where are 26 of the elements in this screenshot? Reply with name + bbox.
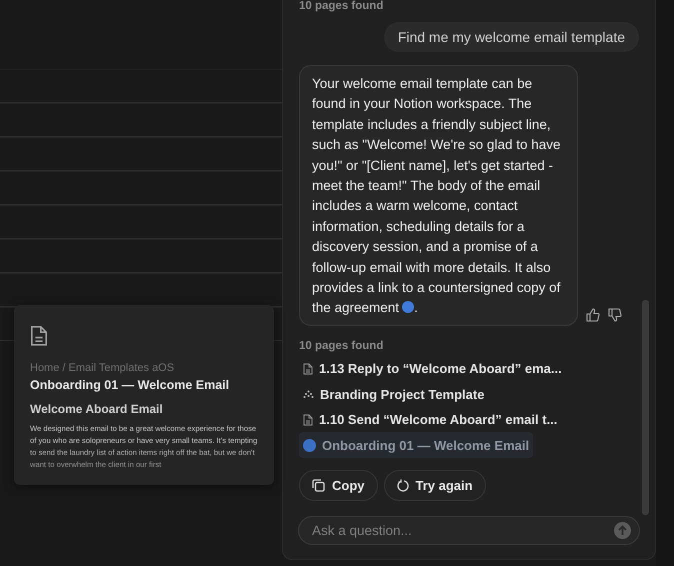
retry-button[interactable]: Try again bbox=[384, 470, 486, 501]
refresh-icon bbox=[396, 478, 408, 492]
user-message: Find me my welcome email template bbox=[384, 22, 639, 52]
source-link[interactable]: Branding Project Template bbox=[299, 381, 488, 407]
results-count: 10 pages found bbox=[299, 0, 384, 14]
copy-button[interactable]: Copy bbox=[299, 470, 378, 501]
page-title: Onboarding 01 — Welcome Email bbox=[30, 378, 230, 392]
question-field[interactable]: Ask a question... bbox=[298, 516, 640, 545]
document-icon bbox=[30, 325, 48, 347]
answer-message: Your welcome email template can be found in your Notion workspace. The template includes a friendly subject line, such as "Welcome! We're so glad to have you!" or "[Client name], let's get started - meet the team!" The body of the email includes a warm welcome, contact information, scheduling details for a discovery session, and a promise of a follow-up email with more details. It also provides a link to a countersigned copy of the agreement . bbox=[299, 65, 578, 326]
copy-icon bbox=[312, 478, 325, 492]
sources-count: 10 pages found bbox=[299, 340, 384, 352]
avatar-icon bbox=[303, 438, 316, 452]
page-icon bbox=[303, 414, 313, 426]
thumbs-down-icon[interactable] bbox=[608, 308, 622, 322]
citation-icon[interactable] bbox=[402, 301, 414, 314]
thumbs-up-icon[interactable] bbox=[586, 308, 600, 322]
emblem-icon bbox=[303, 390, 314, 399]
page-icon bbox=[303, 362, 313, 375]
breadcrumb: Home / Email Templates aOS bbox=[30, 362, 176, 374]
source-link[interactable]: 1.13 Reply to “Welcome Aboard” ema... bbox=[299, 356, 566, 382]
scrollbar[interactable] bbox=[642, 300, 649, 515]
source-link[interactable]: 1.10 Send “Welcome Aboard” email t... bbox=[299, 406, 562, 432]
page-heading: Welcome Aboard Email bbox=[30, 402, 164, 416]
send-icon[interactable] bbox=[614, 522, 631, 539]
source-link[interactable]: Onboarding 01 — Welcome Email bbox=[299, 432, 534, 458]
